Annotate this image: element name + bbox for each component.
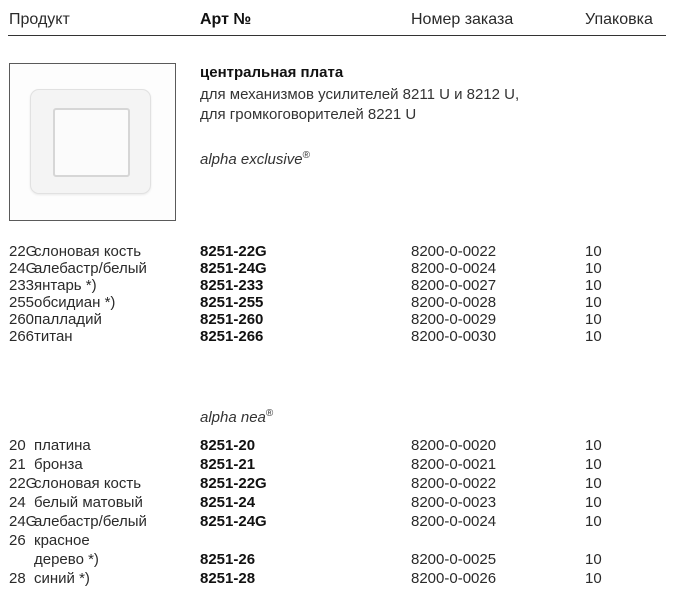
center-plate-illustration bbox=[30, 89, 151, 194]
color-name: белый матовый bbox=[34, 494, 143, 511]
color-name: алебастр/белый bbox=[34, 513, 147, 530]
order-number: 8200-0-0025 bbox=[411, 551, 497, 568]
table-row: 233 янтарь *) 8251-233 8200-0-0027 10 bbox=[0, 277, 674, 294]
color-code: 24 bbox=[9, 494, 26, 511]
table-row: 26 красное bbox=[0, 532, 674, 549]
color-name: обсидиан *) bbox=[34, 294, 116, 311]
color-name: янтарь *) bbox=[34, 277, 97, 294]
article-number: 8251-24G bbox=[200, 260, 267, 277]
order-number: 8200-0-0024 bbox=[411, 513, 497, 530]
product-line-alpha-exclusive: alpha exclusive® bbox=[200, 150, 310, 168]
article-number: 8251-20 bbox=[200, 437, 256, 454]
color-code: 266 bbox=[9, 328, 35, 345]
color-name: красное bbox=[34, 532, 90, 549]
table-row: 20 платина 8251-20 8200-0-0020 10 bbox=[0, 437, 674, 454]
packaging-quantity: 10 bbox=[585, 513, 602, 530]
color-code: 26 bbox=[9, 532, 26, 549]
packaging-quantity: 10 bbox=[585, 311, 602, 328]
color-name: слоновая кость bbox=[34, 243, 142, 260]
table-row: 24G алебастр/белый 8251-24G 8200-0-0024 … bbox=[0, 260, 674, 277]
color-name: алебастр/белый bbox=[34, 260, 147, 277]
color-code: 20 bbox=[9, 437, 26, 454]
order-number: 8200-0-0026 bbox=[411, 570, 497, 587]
color-code: 21 bbox=[9, 456, 26, 473]
color-code: 233 bbox=[9, 277, 35, 294]
table-row: 28 синий *) 8251-28 8200-0-0026 10 bbox=[0, 570, 674, 587]
article-number: 8251-266 bbox=[200, 328, 264, 345]
table-row: 21 бронза 8251-21 8200-0-0021 10 bbox=[0, 456, 674, 473]
column-header-article: Арт № bbox=[200, 11, 252, 28]
packaging-quantity: 10 bbox=[585, 570, 602, 587]
packaging-quantity: 10 bbox=[585, 328, 602, 345]
table-row: 255 обсидиан *) 8251-255 8200-0-0028 10 bbox=[0, 294, 674, 311]
header-divider bbox=[8, 35, 666, 36]
order-number: 8200-0-0021 bbox=[411, 456, 497, 473]
color-code: 260 bbox=[9, 311, 35, 328]
article-number: 8251-255 bbox=[200, 294, 264, 311]
article-number: 8251-260 bbox=[200, 311, 264, 328]
product-line-alpha-nea: alpha nea® bbox=[200, 408, 274, 426]
table-row: дерево *) 8251-26 8200-0-0025 10 bbox=[0, 551, 674, 568]
order-number: 8200-0-0027 bbox=[411, 277, 497, 294]
table-row: 22G слоновая кость 8251-22G 8200-0-0022 … bbox=[0, 475, 674, 492]
article-number: 8251-24G bbox=[200, 513, 267, 530]
order-number: 8200-0-0022 bbox=[411, 243, 497, 260]
color-name: синий *) bbox=[34, 570, 90, 587]
order-number: 8200-0-0030 bbox=[411, 328, 497, 345]
packaging-quantity: 10 bbox=[585, 277, 602, 294]
color-name: титан bbox=[34, 328, 73, 345]
order-number: 8200-0-0022 bbox=[411, 475, 497, 492]
order-number: 8200-0-0024 bbox=[411, 260, 497, 277]
table-row: 266 титан 8251-266 8200-0-0030 10 bbox=[0, 328, 674, 345]
color-name: бронза bbox=[34, 456, 83, 473]
column-header-packaging: Упаковка bbox=[585, 11, 653, 28]
article-number: 8251-24 bbox=[200, 494, 256, 511]
order-number: 8200-0-0020 bbox=[411, 437, 497, 454]
packaging-quantity: 10 bbox=[585, 456, 602, 473]
packaging-quantity: 10 bbox=[585, 437, 602, 454]
table-row: 24 белый матовый 8251-24 8200-0-0023 10 bbox=[0, 494, 674, 511]
table-row: 22G слоновая кость 8251-22G 8200-0-0022 … bbox=[0, 243, 674, 260]
article-number: 8251-233 bbox=[200, 277, 264, 294]
packaging-quantity: 10 bbox=[585, 551, 602, 568]
color-name: палладий bbox=[34, 311, 102, 328]
color-code: 28 bbox=[9, 570, 26, 587]
article-number: 8251-22G bbox=[200, 475, 267, 492]
color-name: дерево *) bbox=[34, 551, 99, 568]
article-number: 8251-28 bbox=[200, 570, 256, 587]
column-header-order-number: Номер заказа bbox=[411, 11, 514, 28]
color-name: слоновая кость bbox=[34, 475, 142, 492]
product-description-line-2: для громкоговорителей 8221 U bbox=[200, 106, 417, 123]
table-row: 24G алебастр/белый 8251-24G 8200-0-0024 … bbox=[0, 513, 674, 530]
article-number: 8251-22G bbox=[200, 243, 267, 260]
packaging-quantity: 10 bbox=[585, 494, 602, 511]
product-title: центральная плата bbox=[200, 64, 344, 81]
center-plate-opening bbox=[53, 108, 130, 177]
column-header-product: Продукт bbox=[9, 11, 70, 28]
packaging-quantity: 10 bbox=[585, 294, 602, 311]
color-name: платина bbox=[34, 437, 91, 454]
product-description-line-1: для механизмов усилителей 8211 U и 8212 … bbox=[200, 86, 520, 103]
order-number: 8200-0-0023 bbox=[411, 494, 497, 511]
article-number: 8251-26 bbox=[200, 551, 256, 568]
table-row: 260 палладий 8251-260 8200-0-0029 10 bbox=[0, 311, 674, 328]
packaging-quantity: 10 bbox=[585, 243, 602, 260]
packaging-quantity: 10 bbox=[585, 475, 602, 492]
order-number: 8200-0-0029 bbox=[411, 311, 497, 328]
packaging-quantity: 10 bbox=[585, 260, 602, 277]
article-number: 8251-21 bbox=[200, 456, 256, 473]
product-image bbox=[9, 63, 176, 221]
color-code: 255 bbox=[9, 294, 35, 311]
order-number: 8200-0-0028 bbox=[411, 294, 497, 311]
